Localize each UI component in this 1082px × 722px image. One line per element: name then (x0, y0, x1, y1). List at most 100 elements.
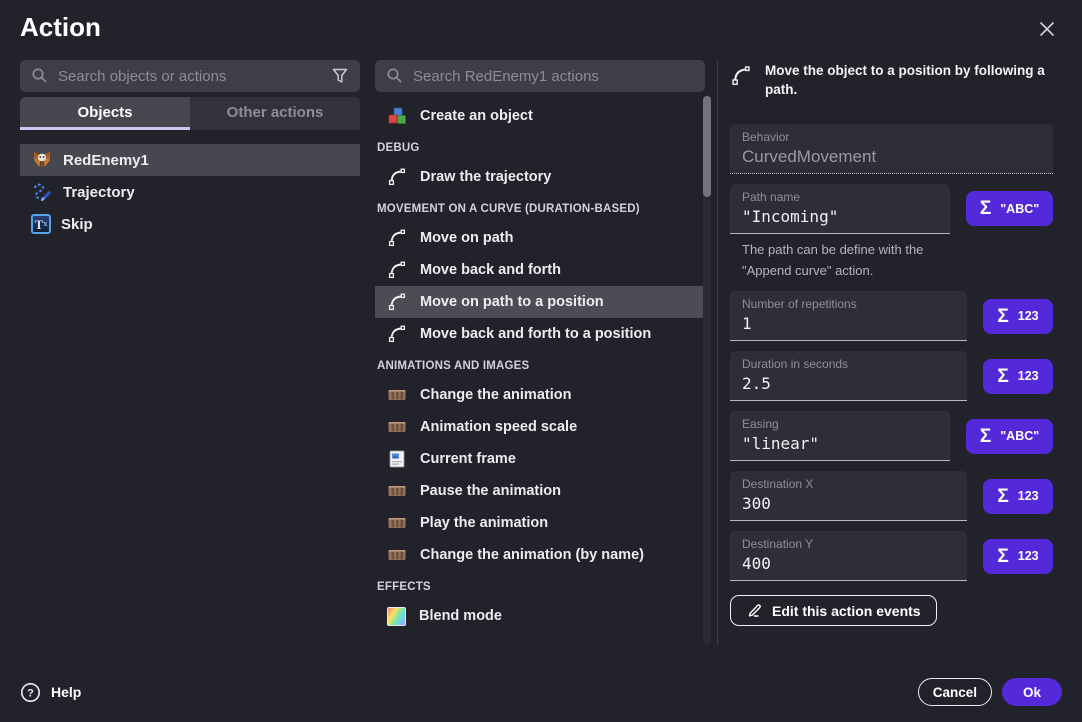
action-row-play-animation[interactable]: Play the animation (375, 507, 705, 539)
sigma-icon: Σ (997, 547, 1008, 566)
abc-label: "ABC" (1000, 202, 1039, 216)
destination-x-input[interactable] (742, 492, 955, 515)
help-icon: ? (20, 682, 41, 703)
film-icon (387, 417, 407, 437)
path-name-helper-text: The path can be define with the "Append … (742, 240, 974, 282)
dialog-footer: ? Help Cancel Ok (0, 662, 1082, 722)
ok-button[interactable]: Ok (1002, 678, 1062, 706)
action-row-blend-mode[interactable]: Blend mode (375, 600, 705, 632)
object-row-redenemy1[interactable]: RedEnemy1 (20, 144, 360, 176)
action-row-change-animation[interactable]: Change the animation (375, 379, 705, 411)
action-label: Move back and forth to a position (420, 326, 651, 342)
text-object-icon: Tx (31, 214, 51, 234)
action-label: Current frame (420, 451, 516, 467)
object-search-box (20, 60, 360, 92)
film-icon (387, 385, 407, 405)
path-name-expression-button[interactable]: Σ "ABC" (966, 191, 1053, 226)
dialog-title: Action (20, 12, 101, 43)
action-search-input[interactable] (413, 68, 695, 85)
sigma-icon: Σ (997, 487, 1008, 506)
duration-field: Duration in seconds (730, 351, 967, 401)
num-label: 123 (1018, 549, 1039, 563)
sigma-icon: Σ (997, 307, 1008, 326)
curve-icon (387, 167, 407, 187)
object-label: Trajectory (63, 184, 135, 201)
destination-x-field-row: Destination X Σ 123 (730, 471, 1053, 521)
curve-icon (387, 324, 407, 344)
destination-y-field: Destination Y (730, 531, 967, 581)
tab-objects[interactable]: Objects (20, 97, 190, 130)
destination-x-expression-button[interactable]: Σ 123 (983, 479, 1053, 514)
action-label: Change the animation (420, 387, 571, 403)
repetitions-input[interactable] (742, 312, 955, 335)
cubes-icon (387, 106, 407, 126)
num-label: 123 (1018, 489, 1039, 503)
curve-icon (730, 65, 752, 87)
repetitions-expression-button[interactable]: Σ 123 (983, 299, 1053, 334)
curve-icon (387, 292, 407, 312)
action-row-move-on-path-to-position[interactable]: Move on path to a position (375, 286, 705, 318)
destination-x-field: Destination X (730, 471, 967, 521)
action-list-scrollbar[interactable] (703, 95, 711, 645)
field-label: Behavior (742, 130, 1041, 145)
action-label: Move back and forth (420, 262, 561, 278)
repetitions-field-row: Number of repetitions Σ 123 (730, 291, 1053, 341)
action-row-draw-trajectory[interactable]: Draw the trajectory (375, 161, 705, 193)
easing-input[interactable] (742, 432, 938, 455)
action-row-move-back-forth-to-position[interactable]: Move back and forth to a position (375, 318, 705, 350)
object-search-input[interactable] (58, 68, 322, 85)
repetitions-field: Number of repetitions (730, 291, 967, 341)
action-row-change-animation-by-name[interactable]: Change the animation (by name) (375, 539, 705, 571)
section-header-movement-curve: MOVEMENT ON A CURVE (DURATION-BASED) (375, 198, 705, 220)
edit-action-events-button[interactable]: Edit this action events (730, 595, 937, 626)
field-label: Number of repetitions (742, 297, 955, 312)
tab-other-actions[interactable]: Other actions (190, 97, 360, 130)
behavior-field: Behavior CurvedMovement (730, 124, 1053, 174)
easing-field-row: Easing Σ "ABC" (730, 411, 1053, 461)
action-label: Blend mode (419, 608, 502, 624)
destination-y-expression-button[interactable]: Σ 123 (983, 539, 1053, 574)
scrollbar-thumb[interactable] (703, 96, 711, 197)
object-row-trajectory[interactable]: Trajectory (20, 176, 360, 208)
search-icon (30, 66, 50, 86)
action-row-pause-animation[interactable]: Pause the animation (375, 475, 705, 507)
action-row-animation-speed-scale[interactable]: Animation speed scale (375, 411, 705, 443)
path-name-input[interactable] (742, 205, 938, 228)
help-label: Help (51, 684, 81, 700)
action-search-box (375, 60, 705, 92)
cancel-button[interactable]: Cancel (918, 678, 992, 706)
easing-expression-button[interactable]: Σ "ABC" (966, 419, 1053, 454)
film-icon (387, 513, 407, 533)
curve-icon (387, 260, 407, 280)
field-label: Path name (742, 190, 938, 205)
field-label: Easing (742, 417, 938, 432)
duration-expression-button[interactable]: Σ 123 (983, 359, 1053, 394)
filter-icon[interactable] (330, 66, 350, 86)
curve-icon (387, 228, 407, 248)
object-row-skip[interactable]: Tx Skip (20, 208, 360, 240)
object-tabs: Objects Other actions (20, 97, 360, 130)
duration-input[interactable] (742, 372, 955, 395)
action-label: Create an object (420, 108, 533, 124)
path-name-field-row: Path name Σ "ABC" (730, 184, 1053, 234)
action-row-move-on-path[interactable]: Move on path (375, 222, 705, 254)
field-label: Destination Y (742, 537, 955, 552)
action-row-current-frame[interactable]: Current frame (375, 443, 705, 475)
section-header-debug: DEBUG (375, 137, 705, 159)
field-label: Destination X (742, 477, 955, 492)
actions-panel: Create an object DEBUG Draw the trajecto… (375, 60, 705, 632)
help-button[interactable]: ? Help (20, 682, 81, 703)
svg-text:?: ? (27, 687, 34, 699)
frame-icon (387, 449, 407, 469)
action-label: Animation speed scale (420, 419, 577, 435)
action-row-move-back-forth[interactable]: Move back and forth (375, 254, 705, 286)
description-text: Move the object to a position by followi… (765, 62, 1053, 100)
field-label: Duration in seconds (742, 357, 955, 372)
action-row-create-object[interactable]: Create an object (375, 100, 705, 132)
pencil-icon (746, 602, 763, 619)
action-config-panel: Move the object to a position by followi… (730, 62, 1053, 626)
close-icon[interactable] (1034, 16, 1060, 42)
destination-y-input[interactable] (742, 552, 955, 575)
sigma-icon: Σ (980, 427, 991, 446)
sigma-icon: Σ (980, 199, 991, 218)
